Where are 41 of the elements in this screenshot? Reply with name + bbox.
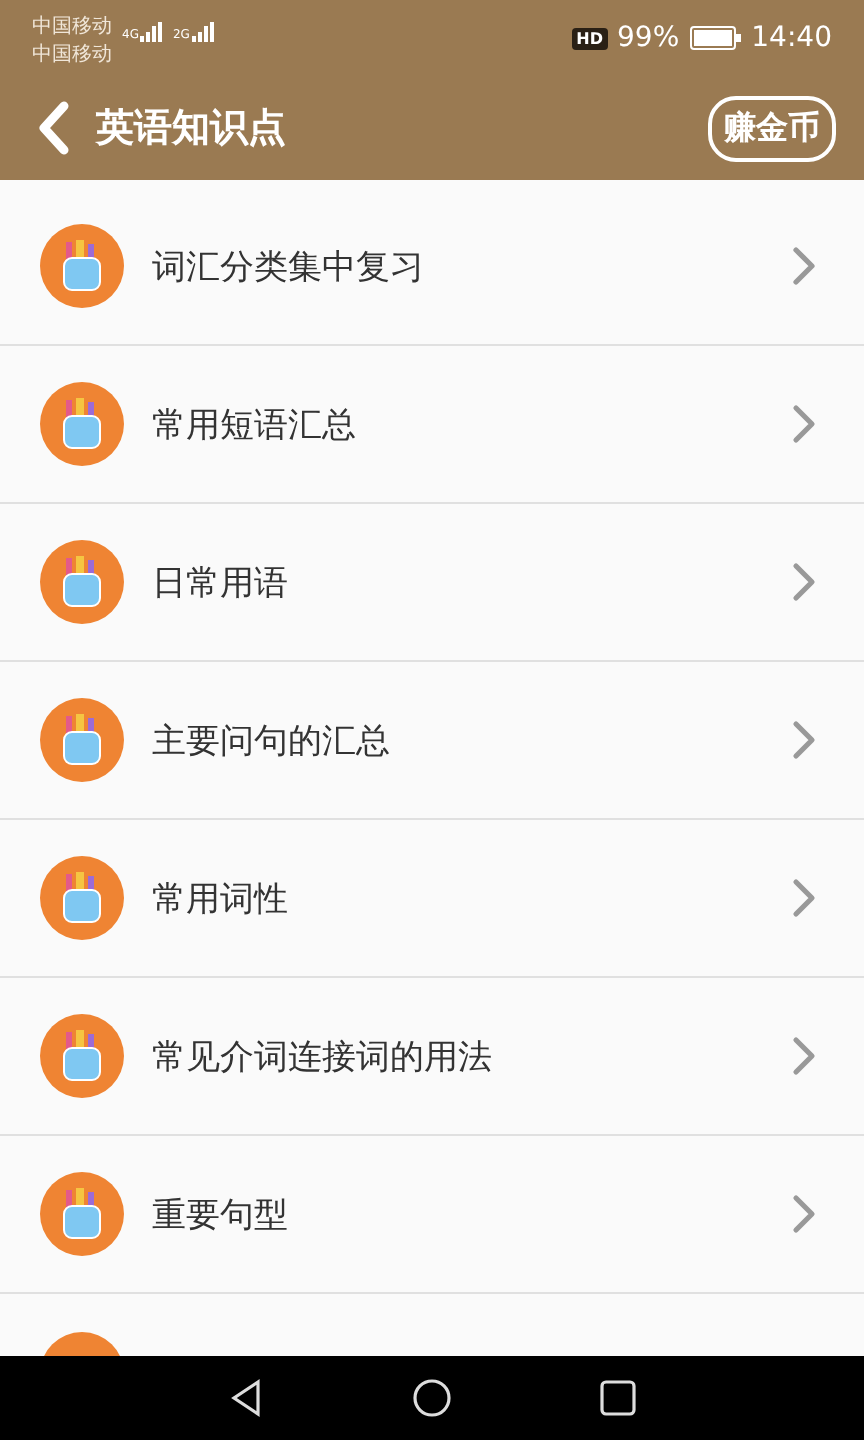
pencil-cup-icon <box>40 540 124 624</box>
chevron-right-icon <box>792 1194 816 1234</box>
item-label: 重要句型 <box>152 1193 290 1237</box>
signal-icon <box>191 22 216 42</box>
chevron-right-icon <box>792 246 816 286</box>
item-label: 常见介词连接词的用法 <box>152 1035 494 1079</box>
list-item[interactable]: 日常用语 <box>0 504 864 662</box>
list-item[interactable]: 常见介词连接词的用法 <box>0 978 864 1136</box>
list-item[interactable]: 常用短语汇总 <box>0 346 864 504</box>
chevron-right-icon <box>792 878 816 918</box>
pencil-cup-icon <box>40 698 124 782</box>
battery-percent: 99% <box>617 22 680 54</box>
carrier-name: 中国移动 <box>32 16 112 38</box>
list-item[interactable]: 重要句型 <box>0 1136 864 1294</box>
chevron-right-icon <box>792 720 816 760</box>
page-title: 英语知识点 <box>96 104 286 154</box>
home-icon[interactable] <box>412 1378 452 1418</box>
list-item[interactable]: 主要问句的汇总 <box>0 662 864 820</box>
pencil-cup-icon <box>40 1014 124 1098</box>
item-label: 主要问句的汇总 <box>152 719 392 763</box>
item-label: 词汇分类集中复习 <box>152 245 426 289</box>
item-label: 常用短语汇总 <box>152 403 358 447</box>
earn-coins-button[interactable]: 赚金币 <box>708 95 836 161</box>
item-label: 日常用语 <box>152 561 290 605</box>
item-label: 常用词性 <box>152 877 290 921</box>
pencil-cup-icon <box>40 856 124 940</box>
carrier-name: 中国移动 <box>32 44 112 66</box>
list-item[interactable]: 词汇分类集中复习 <box>0 188 864 346</box>
clock: 14:40 <box>751 22 832 54</box>
list-item[interactable]: 常用词性 <box>0 820 864 978</box>
back-icon[interactable] <box>228 1378 264 1418</box>
chevron-right-icon <box>792 1036 816 1076</box>
hd-badge: HD <box>572 27 608 49</box>
pencil-cup-icon <box>40 382 124 466</box>
chevron-right-icon <box>792 562 816 602</box>
signal-icon <box>140 22 165 42</box>
battery-icon <box>689 26 742 50</box>
pencil-cup-icon <box>40 1172 124 1256</box>
chevron-right-icon <box>792 404 816 444</box>
recent-apps-icon[interactable] <box>600 1380 636 1416</box>
pencil-cup-icon <box>40 224 124 308</box>
